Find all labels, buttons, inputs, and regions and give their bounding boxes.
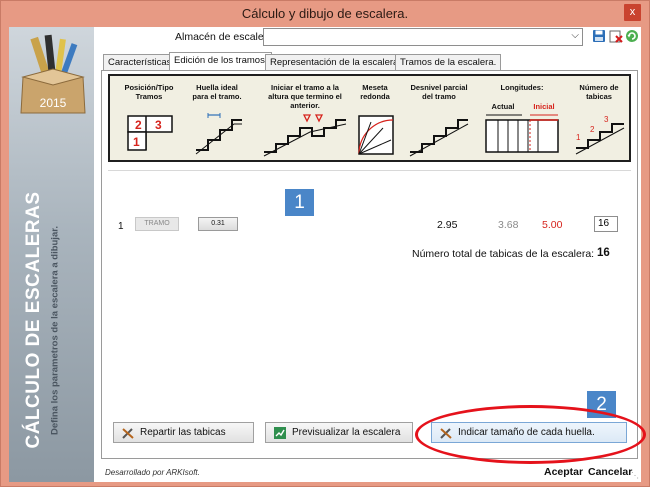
repartir-tabicas-button[interactable]: Repartir las tabicas: [113, 422, 254, 443]
total-tabicas-value: 16: [597, 247, 610, 259]
logo-year: 2015: [40, 96, 67, 110]
header-meseta: Meseta redonda: [360, 83, 390, 101]
tab-edicion-tramos[interactable]: Edición de los tramos.: [169, 52, 273, 71]
header-actual: Actual: [491, 102, 515, 111]
header-position-type: Posición/Tipo Tramos: [124, 83, 174, 101]
tools-icon: [122, 428, 134, 439]
vertical-title: CÁLCULO DE ESCALERAS: [23, 191, 44, 449]
position-grid-icon: 2 3 1: [127, 115, 173, 151]
window-title: Cálculo y dibujo de escalera.: [241, 6, 409, 21]
tab-tramos-escalera[interactable]: Tramos de la escalera.: [395, 54, 502, 71]
accept-button[interactable]: Aceptar: [544, 466, 583, 478]
header-longitudes: Longitudes:: [500, 83, 544, 92]
meseta-redonda-icon: [358, 115, 394, 155]
svg-text:1: 1: [576, 133, 581, 142]
header-tabicas: Número de tabicas: [579, 83, 619, 101]
chevron-down-icon[interactable]: ⌵: [571, 30, 579, 41]
store-select[interactable]: ⌵: [263, 28, 583, 46]
developer-credit: Desarrollado por ARKIsoft.: [105, 468, 200, 477]
header-inicial: Inicial: [533, 102, 555, 111]
tab-panel-edicion: Posición/Tipo Tramos Huella ideal para e…: [101, 70, 638, 459]
iniciar-stairs-icon: [263, 114, 347, 157]
resize-grip-icon[interactable]: ⋱: [631, 471, 639, 480]
header-divider: [108, 170, 631, 171]
longitud-inicial-value: 5.00: [542, 219, 563, 231]
tab-representacion[interactable]: Representación de la escalera.: [265, 54, 406, 71]
svg-text:2: 2: [135, 118, 142, 132]
svg-text:3: 3: [604, 115, 609, 124]
row-number: 1: [118, 221, 124, 232]
desnivel-value: 2.95: [437, 219, 458, 231]
tabicas-stairs-icon: 1 2 3: [575, 115, 625, 155]
column-header-box: Posición/Tipo Tramos Huella ideal para e…: [108, 74, 631, 162]
save-icon[interactable]: [592, 29, 606, 43]
preview-icon: [274, 427, 286, 439]
tramo-type-button[interactable]: TRAMO: [135, 217, 179, 231]
highlight-ellipse: [415, 405, 646, 464]
svg-text:3: 3: [155, 118, 162, 132]
app-window: Cálculo y dibujo de escalera. x 2015 CÁL…: [0, 0, 650, 487]
refresh-icon[interactable]: [625, 29, 639, 43]
window-client: 2015 CÁLCULO DE ESCALERAS Defina los par…: [9, 27, 646, 482]
close-button[interactable]: x: [624, 4, 641, 21]
header-huella: Huella ideal para el tramo.: [192, 83, 242, 101]
vertical-subtitle: Defina los parametros de la escalera a d…: [49, 225, 61, 436]
desnivel-stairs-icon: [409, 119, 469, 157]
delete-icon[interactable]: [609, 29, 623, 43]
total-tabicas-label: Número total de tabicas de la escalera:: [412, 248, 595, 260]
huella-stairs-icon: [195, 113, 242, 155]
svg-text:1: 1: [133, 135, 140, 149]
svg-text:2: 2: [590, 125, 595, 134]
header-desnivel: Desnivel parcial del tramo: [410, 83, 468, 101]
cancel-button[interactable]: Cancelar: [588, 466, 632, 478]
huella-value-button[interactable]: 0.31: [198, 217, 238, 231]
previsualizar-button[interactable]: Previsualizar la escalera: [265, 422, 413, 443]
longitud-actual-value: 3.68: [498, 219, 519, 231]
tab-caracteristicas[interactable]: Características.: [103, 54, 179, 71]
side-banner: 2015 CÁLCULO DE ESCALERAS Defina los par…: [9, 27, 94, 482]
longitudes-plan-icon: [485, 114, 559, 153]
tabicas-input[interactable]: 16: [594, 216, 618, 232]
pencil-box-logo-icon: 2015: [20, 34, 86, 114]
header-iniciar: Iniciar el tramo a la altura que termino…: [268, 83, 342, 110]
step-badge-1: 1: [285, 189, 314, 216]
